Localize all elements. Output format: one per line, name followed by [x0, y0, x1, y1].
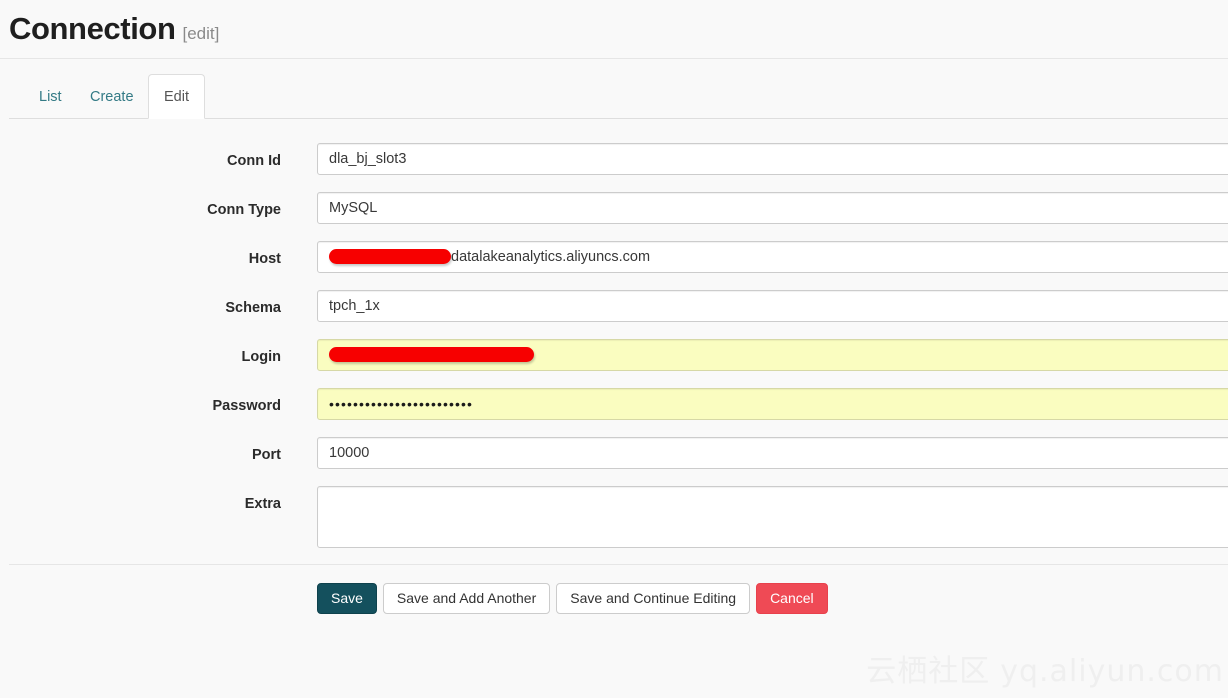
form-row-password: Password ••••••••••••••••••••••••	[0, 377, 1228, 426]
action-divider	[9, 564, 1228, 565]
form-row-schema: Schema tpch_1x	[0, 279, 1228, 328]
label-conn-id: Conn Id	[227, 153, 281, 169]
action-bar: Save Save and Add Another Save and Continu…	[317, 583, 834, 614]
page-title: Connection [edit]	[9, 10, 219, 53]
login-redaction-bar	[329, 346, 534, 362]
schema-input[interactable]: tpch_1x	[317, 290, 1228, 322]
save-button[interactable]: Save	[317, 583, 377, 614]
page-title-subtitle: [edit]	[182, 24, 220, 43]
label-password: Password	[212, 398, 282, 414]
form-row-extra: Extra	[0, 475, 1228, 561]
extra-textarea[interactable]	[317, 486, 1228, 548]
label-extra: Extra	[244, 496, 281, 512]
form-row-host: Host datalakeanalytics.aliyuncs.com	[0, 230, 1228, 279]
tab-create[interactable]: Create	[74, 74, 150, 119]
connection-edit-page: Connection [edit] List Create Edit Conn I…	[0, 0, 1228, 698]
watermark-domain-text: yq.aliyun.com	[1000, 654, 1224, 689]
form-row-login: Login	[0, 328, 1228, 377]
save-and-continue-editing-button[interactable]: Save and Continue Editing	[556, 583, 751, 614]
form-row-conn-id: Conn Id dla_bj_slot3	[0, 132, 1228, 181]
save-and-add-another-button[interactable]: Save and Add Another	[382, 583, 551, 614]
tab-bar: List Create Edit	[9, 74, 1228, 119]
cancel-button[interactable]: Cancel	[756, 583, 828, 614]
label-schema: Schema	[225, 300, 281, 316]
tab-edit[interactable]: Edit	[148, 74, 205, 119]
host-input-text: datalakeanalytics.aliyuncs.com	[451, 249, 651, 266]
label-port: Port	[252, 447, 281, 463]
watermark-cn-text: 云栖社区	[866, 654, 991, 689]
label-login: Login	[241, 349, 281, 365]
form-row-conn-type: Conn Type MySQL	[0, 181, 1228, 230]
password-masked-value: ••••••••••••••••••••••••	[329, 396, 474, 412]
host-redaction-bar	[329, 248, 451, 264]
form-row-port: Port 10000	[0, 426, 1228, 475]
label-conn-type: Conn Type	[207, 202, 281, 218]
host-input[interactable]: datalakeanalytics.aliyuncs.com	[317, 241, 1228, 273]
password-input[interactable]: ••••••••••••••••••••••••	[317, 388, 1228, 420]
label-host: Host	[248, 251, 281, 267]
page-title-text: Connection	[9, 11, 176, 46]
connection-form: Conn Id dla_bj_slot3 Conn Type MySQL Hos…	[0, 132, 1228, 561]
conn-id-input[interactable]: dla_bj_slot3	[317, 143, 1228, 175]
page-header: Connection [edit]	[0, 0, 1228, 59]
port-input[interactable]: 10000	[317, 437, 1228, 469]
site-watermark: 云栖社区 yq.aliyun.com	[866, 646, 1224, 690]
conn-type-select[interactable]: MySQL	[317, 192, 1228, 224]
login-input[interactable]	[317, 339, 1228, 371]
tab-list[interactable]: List	[23, 74, 78, 119]
